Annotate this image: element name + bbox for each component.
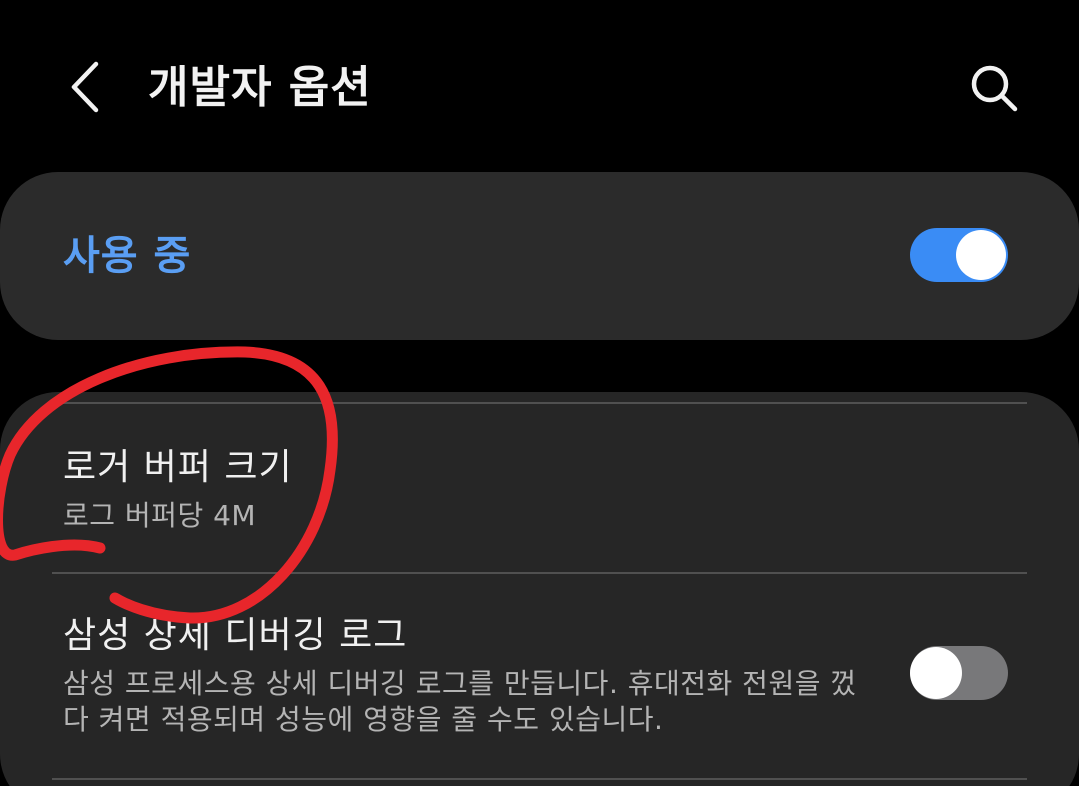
settings-list-card: 로거 버퍼 크기 로그 버퍼당 4M 삼성 상세 디버깅 로그 삼성 프로세스용…: [0, 392, 1079, 786]
back-button[interactable]: [58, 55, 114, 119]
search-button[interactable]: [962, 58, 1026, 118]
samsung-debug-log-toggle[interactable]: [910, 646, 1008, 700]
divider: [52, 778, 1027, 780]
master-switch-toggle[interactable]: [910, 228, 1008, 282]
setting-title: 삼성 상세 디버깅 로그: [63, 615, 408, 656]
screen: 개발자 옵션 사용 중 로거 버퍼 크기 로그 버퍼당 4M 삼성 상세 디버깅…: [0, 0, 1079, 786]
setting-subtitle: 삼성 프로세스용 상세 디버깅 로그를 만듭니다. 휴대전화 전원을 껐다 켜면…: [63, 667, 857, 736]
toggle-knob: [910, 647, 962, 699]
setting-item-logger-buffer-size[interactable]: 로거 버퍼 크기 로그 버퍼당 4M: [0, 404, 1079, 572]
chevron-left-icon: [71, 61, 99, 113]
master-switch-label: 사용 중: [63, 233, 192, 279]
app-bar: 개발자 옵션: [0, 0, 1079, 175]
setting-title: 로거 버퍼 크기: [63, 447, 293, 488]
toggle-knob: [956, 230, 1006, 280]
setting-item-samsung-debug-log[interactable]: 삼성 상세 디버깅 로그 삼성 프로세스용 상세 디버깅 로그를 만듭니다. 휴…: [0, 574, 1079, 778]
search-icon: [971, 65, 1018, 112]
page-title: 개발자 옵션: [148, 62, 372, 113]
master-switch-card[interactable]: 사용 중: [0, 172, 1079, 340]
setting-subtitle: 로그 버퍼당 4M: [63, 499, 257, 532]
